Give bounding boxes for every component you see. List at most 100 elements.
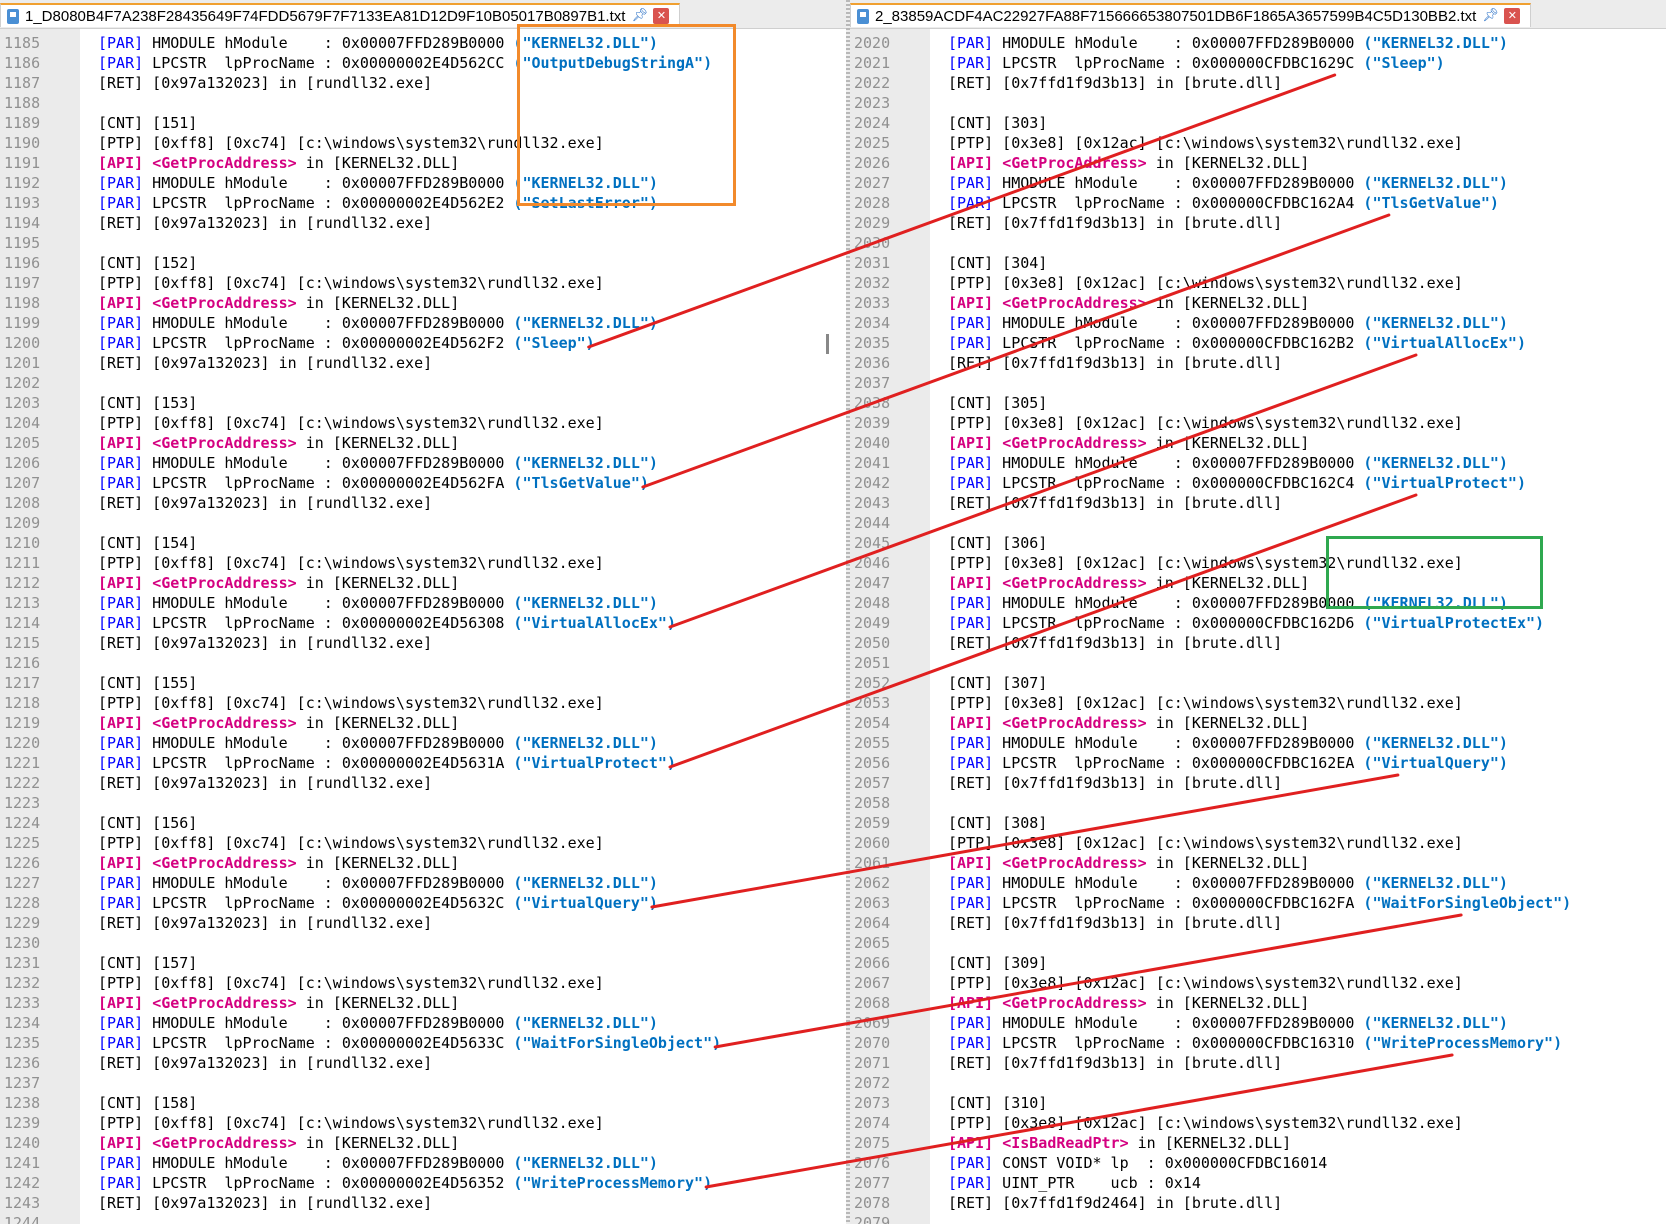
right-editor[interactable]: 2020 [PAR] HMODULE hModule : 0x00007FFD28… <box>850 29 1666 1224</box>
code-line[interactable]: 2033 [API] <GetProcAddress> in [KERNEL32.… <box>850 293 1666 313</box>
code-line[interactable]: 2024 [CNT] [303] <box>850 113 1666 133</box>
code-line[interactable]: 1243 [RET] [0x97a132023] in [rundll32.exe… <box>0 1193 846 1213</box>
code-line[interactable]: 1237 <box>0 1073 846 1093</box>
code-line[interactable]: 1220 [PAR] HMODULE hModule : 0x00007FFD28… <box>0 733 846 753</box>
code-line[interactable]: 1207 [PAR] LPCSTR lpProcName : 0x00000002… <box>0 473 846 493</box>
code-line[interactable]: 1189 [CNT] [151] <box>0 113 846 133</box>
code-line[interactable]: 2064 [RET] [0x7ffd1f9d3b13] in [brute.dll… <box>850 913 1666 933</box>
code-line[interactable]: 2076 [PAR] CONST VOID* lp : 0x000000CFDBC… <box>850 1153 1666 1173</box>
code-line[interactable]: 2031 [CNT] [304] <box>850 253 1666 273</box>
close-icon[interactable]: ✕ <box>1504 8 1521 24</box>
code-line[interactable]: 1244 <box>0 1213 846 1224</box>
code-line[interactable]: 1234 [PAR] HMODULE hModule : 0x00007FFD28… <box>0 1013 846 1033</box>
code-line[interactable]: 2049 [PAR] LPCSTR lpProcName : 0x000000CF… <box>850 613 1666 633</box>
code-line[interactable]: 2045 [CNT] [306] <box>850 533 1666 553</box>
code-line[interactable]: 1221 [PAR] LPCSTR lpProcName : 0x00000002… <box>0 753 846 773</box>
code-line[interactable]: 2077 [PAR] UINT_PTR ucb : 0x14 <box>850 1173 1666 1193</box>
code-line[interactable]: 2072 <box>850 1073 1666 1093</box>
code-line[interactable]: 1192 [PAR] HMODULE hModule : 0x00007FFD28… <box>0 173 846 193</box>
code-line[interactable]: 2059 [CNT] [308] <box>850 813 1666 833</box>
code-line[interactable]: 1195 <box>0 233 846 253</box>
code-line[interactable]: 1215 [RET] [0x97a132023] in [rundll32.exe… <box>0 633 846 653</box>
code-line[interactable]: 2066 [CNT] [309] <box>850 953 1666 973</box>
code-line[interactable]: 1197 [PTP] [0xff8] [0xc74] [c:\windows\sy… <box>0 273 846 293</box>
code-line[interactable]: 1213 [PAR] HMODULE hModule : 0x00007FFD28… <box>0 593 846 613</box>
left-file-tab[interactable]: 1_D8080B4F7A238F28435649F74FDD5679F7F713… <box>0 3 681 27</box>
code-line[interactable]: 2029 [RET] [0x7ffd1f9d3b13] in [brute.dll… <box>850 213 1666 233</box>
code-line[interactable]: 2073 [CNT] [310] <box>850 1093 1666 1113</box>
code-line[interactable]: 1196 [CNT] [152] <box>0 253 846 273</box>
code-line[interactable]: 1233 [API] <GetProcAddress> in [KERNEL32.… <box>0 993 846 1013</box>
code-line[interactable]: 2055 [PAR] HMODULE hModule : 0x00007FFD28… <box>850 733 1666 753</box>
code-line[interactable]: 2021 [PAR] LPCSTR lpProcName : 0x000000CF… <box>850 53 1666 73</box>
code-line[interactable]: 1210 [CNT] [154] <box>0 533 846 553</box>
code-line[interactable]: 2070 [PAR] LPCSTR lpProcName : 0x000000CF… <box>850 1033 1666 1053</box>
code-line[interactable]: 2032 [PTP] [0x3e8] [0x12ac] [c:\windows\s… <box>850 273 1666 293</box>
code-line[interactable]: 2040 [API] <GetProcAddress> in [KERNEL32.… <box>850 433 1666 453</box>
code-line[interactable]: 1235 [PAR] LPCSTR lpProcName : 0x00000002… <box>0 1033 846 1053</box>
code-line[interactable]: 2062 [PAR] HMODULE hModule : 0x00007FFD28… <box>850 873 1666 893</box>
code-line[interactable]: 1219 [API] <GetProcAddress> in [KERNEL32.… <box>0 713 846 733</box>
code-line[interactable]: 2028 [PAR] LPCSTR lpProcName : 0x000000CF… <box>850 193 1666 213</box>
code-line[interactable]: 1186 [PAR] LPCSTR lpProcName : 0x00000002… <box>0 53 846 73</box>
code-line[interactable]: 1232 [PTP] [0xff8] [0xc74] [c:\windows\sy… <box>0 973 846 993</box>
code-line[interactable]: 1229 [RET] [0x97a132023] in [rundll32.exe… <box>0 913 846 933</box>
code-line[interactable]: 2048 [PAR] HMODULE hModule : 0x00007FFD28… <box>850 593 1666 613</box>
pin-icon[interactable]: 📌︎ <box>631 8 648 24</box>
left-editor[interactable]: 1185 [PAR] HMODULE hModule : 0x00007FFD28… <box>0 29 846 1224</box>
code-line[interactable]: 2022 [RET] [0x7ffd1f9d3b13] in [brute.dll… <box>850 73 1666 93</box>
code-line[interactable]: 2026 [API] <GetProcAddress> in [KERNEL32.… <box>850 153 1666 173</box>
code-line[interactable]: 1206 [PAR] HMODULE hModule : 0x00007FFD28… <box>0 453 846 473</box>
code-line[interactable]: 1230 <box>0 933 846 953</box>
code-line[interactable]: 1226 [API] <GetProcAddress> in [KERNEL32.… <box>0 853 846 873</box>
code-line[interactable]: 2056 [PAR] LPCSTR lpProcName : 0x000000CF… <box>850 753 1666 773</box>
code-line[interactable]: 2052 [CNT] [307] <box>850 673 1666 693</box>
code-line[interactable]: 1214 [PAR] LPCSTR lpProcName : 0x00000002… <box>0 613 846 633</box>
code-line[interactable]: 1218 [PTP] [0xff8] [0xc74] [c:\windows\sy… <box>0 693 846 713</box>
code-line[interactable]: 2060 [PTP] [0x3e8] [0x12ac] [c:\windows\s… <box>850 833 1666 853</box>
code-line[interactable]: 1198 [API] <GetProcAddress> in [KERNEL32.… <box>0 293 846 313</box>
code-line[interactable]: 1191 [API] <GetProcAddress> in [KERNEL32.… <box>0 153 846 173</box>
code-line[interactable]: 2023 <box>850 93 1666 113</box>
code-line[interactable]: 2037 <box>850 373 1666 393</box>
code-line[interactable]: 2047 [API] <GetProcAddress> in [KERNEL32.… <box>850 573 1666 593</box>
code-line[interactable]: 2065 <box>850 933 1666 953</box>
code-line[interactable]: 2020 [PAR] HMODULE hModule : 0x00007FFD28… <box>850 33 1666 53</box>
code-line[interactable]: 1238 [CNT] [158] <box>0 1093 846 1113</box>
code-line[interactable]: 2079 <box>850 1213 1666 1224</box>
code-line[interactable]: 1212 [API] <GetProcAddress> in [KERNEL32.… <box>0 573 846 593</box>
code-line[interactable]: 2078 [RET] [0x7ffd1f9d2464] in [brute.dll… <box>850 1193 1666 1213</box>
code-line[interactable]: 2057 [RET] [0x7ffd1f9d3b13] in [brute.dll… <box>850 773 1666 793</box>
code-line[interactable]: 1199 [PAR] HMODULE hModule : 0x00007FFD28… <box>0 313 846 333</box>
code-line[interactable]: 2071 [RET] [0x7ffd1f9d3b13] in [brute.dll… <box>850 1053 1666 1073</box>
code-line[interactable]: 2043 [RET] [0x7ffd1f9d3b13] in [brute.dll… <box>850 493 1666 513</box>
code-line[interactable]: 2074 [PTP] [0x3e8] [0x12ac] [c:\windows\s… <box>850 1113 1666 1133</box>
code-line[interactable]: 2025 [PTP] [0x3e8] [0x12ac] [c:\windows\s… <box>850 133 1666 153</box>
code-line[interactable]: 1193 [PAR] LPCSTR lpProcName : 0x00000002… <box>0 193 846 213</box>
code-line[interactable]: 2054 [API] <GetProcAddress> in [KERNEL32.… <box>850 713 1666 733</box>
code-line[interactable]: 1240 [API] <GetProcAddress> in [KERNEL32.… <box>0 1133 846 1153</box>
code-line[interactable]: 1187 [RET] [0x97a132023] in [rundll32.exe… <box>0 73 846 93</box>
code-line[interactable]: 2053 [PTP] [0x3e8] [0x12ac] [c:\windows\s… <box>850 693 1666 713</box>
code-line[interactable]: 1185 [PAR] HMODULE hModule : 0x00007FFD28… <box>0 33 846 53</box>
code-line[interactable]: 2035 [PAR] LPCSTR lpProcName : 0x000000CF… <box>850 333 1666 353</box>
code-line[interactable]: 1236 [RET] [0x97a132023] in [rundll32.exe… <box>0 1053 846 1073</box>
pin-icon[interactable]: 📌︎ <box>1482 8 1499 24</box>
code-line[interactable]: 1224 [CNT] [156] <box>0 813 846 833</box>
code-line[interactable]: 1216 <box>0 653 846 673</box>
code-line[interactable]: 2050 [RET] [0x7ffd1f9d3b13] in [brute.dll… <box>850 633 1666 653</box>
code-line[interactable]: 2069 [PAR] HMODULE hModule : 0x00007FFD28… <box>850 1013 1666 1033</box>
code-line[interactable]: 2051 <box>850 653 1666 673</box>
code-line[interactable]: 2067 [PTP] [0x3e8] [0x12ac] [c:\windows\s… <box>850 973 1666 993</box>
code-line[interactable]: 1201 [RET] [0x97a132023] in [rundll32.exe… <box>0 353 846 373</box>
code-line[interactable]: 2046 [PTP] [0x3e8] [0x12ac] [c:\windows\s… <box>850 553 1666 573</box>
code-line[interactable]: 1225 [PTP] [0xff8] [0xc74] [c:\windows\sy… <box>0 833 846 853</box>
right-file-tab[interactable]: 2_83859ACDF4AC22927FA88F715666653807501D… <box>850 3 1532 27</box>
code-line[interactable]: 1208 [RET] [0x97a132023] in [rundll32.exe… <box>0 493 846 513</box>
code-line[interactable]: 2068 [API] <GetProcAddress> in [KERNEL32.… <box>850 993 1666 1013</box>
code-line[interactable]: 1211 [PTP] [0xff8] [0xc74] [c:\windows\sy… <box>0 553 846 573</box>
code-line[interactable]: 1200 [PAR] LPCSTR lpProcName : 0x00000002… <box>0 333 846 353</box>
code-line[interactable]: 2038 [CNT] [305] <box>850 393 1666 413</box>
code-line[interactable]: 1203 [CNT] [153] <box>0 393 846 413</box>
code-line[interactable]: 1209 <box>0 513 846 533</box>
